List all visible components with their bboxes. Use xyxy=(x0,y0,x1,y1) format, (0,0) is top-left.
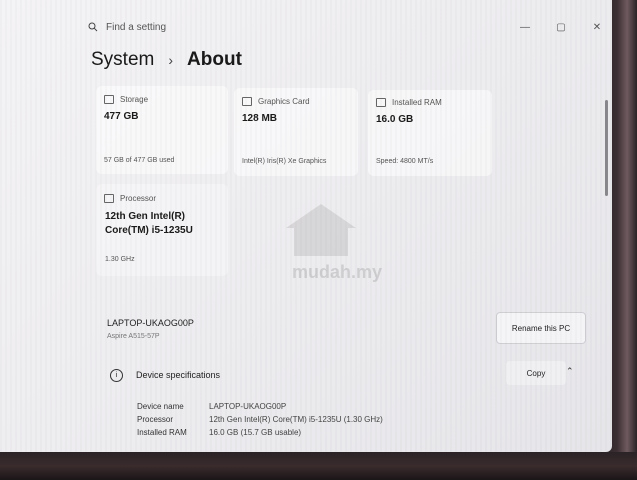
processor-label: Processor xyxy=(120,194,157,203)
info-icon: i xyxy=(110,369,123,382)
specs-table: Device name LAPTOP-UKAOG00P Processor 12… xyxy=(137,400,383,439)
processor-card[interactable]: Processor 12th Gen Intel(R) Core(TM) i5-… xyxy=(96,184,228,276)
rename-pc-button[interactable]: Rename this PC xyxy=(496,312,586,344)
search-box[interactable]: Find a setting xyxy=(88,16,418,38)
storage-card[interactable]: Storage 477 GB 57 GB of 477 GB used xyxy=(96,86,228,174)
ram-label: Installed RAM xyxy=(392,98,442,107)
spec-row: Installed RAM 16.0 GB (15.7 GB usable) xyxy=(137,426,383,439)
ram-detail: Speed: 4800 MT/s xyxy=(376,158,434,165)
title-bar: Find a setting — ▢ ✕ xyxy=(0,0,612,44)
storage-label: Storage xyxy=(120,95,149,104)
spec-key: Installed RAM xyxy=(137,428,187,437)
minimize-button[interactable]: — xyxy=(520,22,530,33)
graphics-value: 128 MB xyxy=(242,113,278,124)
ram-icon xyxy=(376,98,386,107)
processor-icon xyxy=(104,194,114,203)
window-controls: — ▢ ✕ xyxy=(520,22,602,33)
storage-icon xyxy=(104,95,114,104)
breadcrumb-system[interactable]: System xyxy=(91,49,154,71)
processor-speed: 1.30 GHz xyxy=(105,256,135,263)
graphics-detail: Intel(R) Iris(R) Xe Graphics xyxy=(242,158,327,165)
device-model: Aspire A515-57P xyxy=(107,333,160,340)
search-input[interactable]: Find a setting xyxy=(106,22,166,33)
graphics-card-icon xyxy=(242,97,252,106)
processor-name-line2: Core(TM) i5-1235U xyxy=(105,225,193,236)
device-name: LAPTOP-UKAOG00P xyxy=(107,318,194,328)
photo-background-bottom xyxy=(0,452,637,480)
processor-name-line1: 12th Gen Intel(R) xyxy=(105,211,186,222)
chevron-right-icon: › xyxy=(168,52,174,68)
watermark-logo xyxy=(286,204,356,256)
scrollbar[interactable] xyxy=(605,100,608,196)
spec-value: 12th Gen Intel(R) Core(TM) i5-1235U (1.3… xyxy=(209,415,383,424)
storage-value: 477 GB xyxy=(104,111,139,122)
copy-button[interactable]: Copy xyxy=(506,361,566,385)
breadcrumb: System › About xyxy=(91,49,242,71)
graphics-card[interactable]: Graphics Card 128 MB Intel(R) Iris(R) Xe… xyxy=(234,88,358,176)
spec-value: LAPTOP-UKAOG00P xyxy=(209,402,287,411)
close-button[interactable]: ✕ xyxy=(592,22,602,33)
ram-card[interactable]: Installed RAM 16.0 GB Speed: 4800 MT/s xyxy=(368,90,492,176)
ram-value: 16.0 GB xyxy=(376,114,414,125)
spec-row: Processor 12th Gen Intel(R) Core(TM) i5-… xyxy=(137,413,383,426)
chevron-up-icon[interactable]: ⌃ xyxy=(566,366,574,377)
page-title: About xyxy=(187,49,242,70)
spec-value: 16.0 GB (15.7 GB usable) xyxy=(209,428,302,437)
spec-key: Processor xyxy=(137,415,174,424)
maximize-button[interactable]: ▢ xyxy=(556,22,566,33)
specs-title: Device specifications xyxy=(136,370,221,380)
search-icon xyxy=(88,22,98,32)
storage-detail: 57 GB of 477 GB used xyxy=(104,157,175,164)
device-specifications-header[interactable]: i Device specifications Copy ⌃ xyxy=(98,358,594,392)
watermark-text: mudah.my xyxy=(292,262,383,282)
spec-row: Device name LAPTOP-UKAOG00P xyxy=(137,400,383,413)
spec-key: Device name xyxy=(137,402,184,411)
graphics-label: Graphics Card xyxy=(258,97,310,106)
settings-window: Find a setting — ▢ ✕ System › About Stor… xyxy=(0,0,612,452)
